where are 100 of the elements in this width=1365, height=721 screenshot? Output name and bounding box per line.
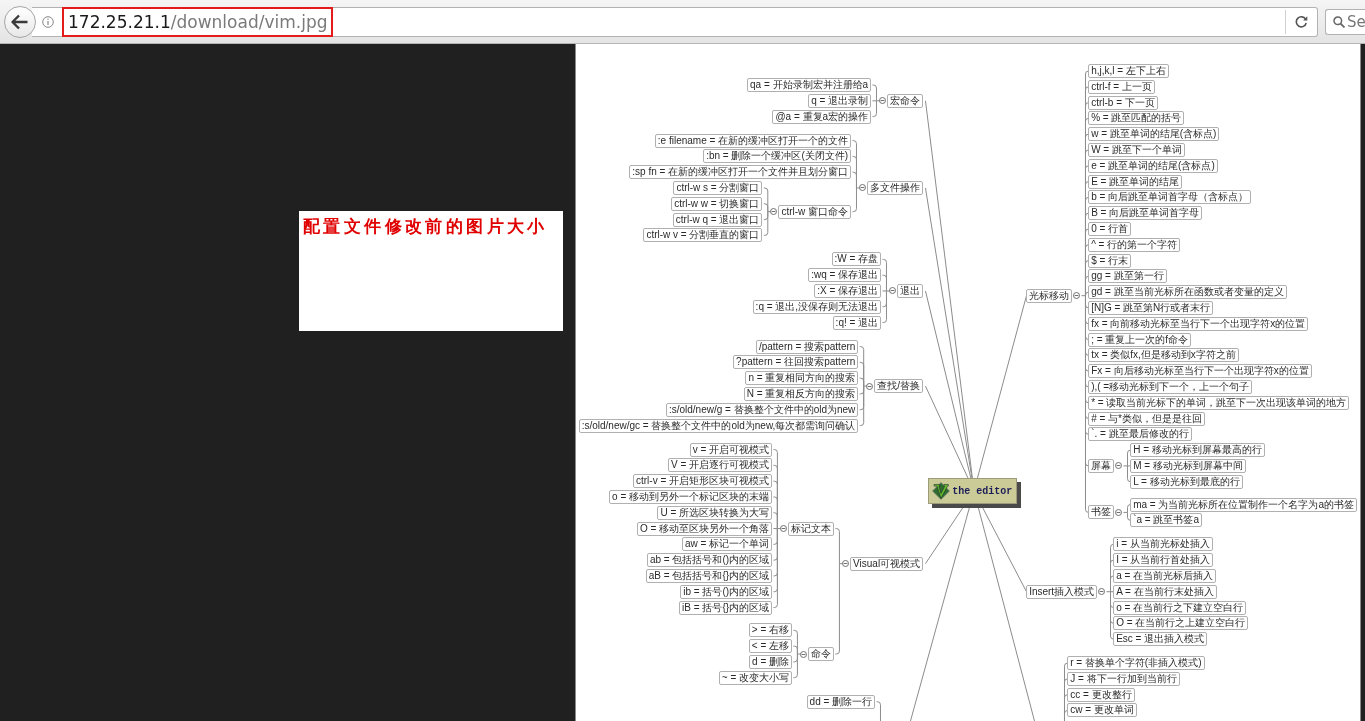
command-topic: fx = 向前移动光标至当行下一个出现字符x的位置 — [1088, 316, 1309, 331]
command-topic: e = 跳至单词的结尾(含标点) — [1088, 158, 1218, 173]
command-topic: ctrl-w v = 分割垂直的窗口 — [643, 228, 763, 243]
search-field[interactable]: Se — [1325, 8, 1365, 35]
command-topic: ctrl-v = 开启矩形区块可视模式 — [633, 474, 773, 489]
sub-branch-topic: ctrl-w 窗口命令 — [778, 204, 852, 219]
command-topic: aB = 包括括号和{}内的区域 — [645, 568, 773, 583]
minus-circle-icon — [866, 382, 874, 390]
command-topic: ctrl-w s = 分割窗口 — [673, 181, 763, 195]
sub-branch-topic: 书签 — [1088, 505, 1115, 520]
command-topic: d = 删除 — [749, 654, 793, 669]
command-topic: ; = 重复上一次的f命令 — [1088, 332, 1192, 347]
command-topic: ctrl-w w = 切换窗口 — [671, 196, 763, 211]
bracket-connector — [1122, 504, 1132, 521]
command-topic: gg = 跳至第一行 — [1088, 269, 1167, 284]
command-topic: :s/old/new/g = 替换整个文件中的old为new — [665, 402, 859, 417]
command-topic: W = 跳至下一个单词 — [1088, 143, 1185, 157]
command-topic: O = 在当前行之上建立空白行 — [1113, 616, 1249, 631]
minus-circle-icon — [859, 184, 867, 192]
info-icon[interactable] — [42, 15, 54, 28]
command-topic: ~ = 改变大小写 — [718, 670, 793, 685]
command-topic: w = 跳至单词的结尾(含标点) — [1088, 127, 1220, 142]
minus-circle-icon — [842, 560, 850, 568]
command-topic: :q = 退出,没保存则无法退出 — [752, 299, 882, 314]
note-text: 配置文件修改前的图片大小 — [303, 217, 548, 236]
command-topic: aw = 标记一个单词 — [681, 537, 773, 552]
command-topic: I = 从当前行首处插入 — [1113, 553, 1214, 568]
command-topic: cc = 更改整行 — [1067, 687, 1135, 702]
command-topic: U = 所选区块转换为大写 — [657, 505, 773, 520]
command-topic: r = 替换单个字符(非插入模式) — [1067, 656, 1205, 671]
main-branch-topic: 查找/替换 — [874, 379, 924, 394]
main-branch-topic: 光标移动 — [1026, 288, 1073, 303]
command-topic: B = 向后跳至单词首字母 — [1088, 206, 1203, 221]
command-topic: $ = 行末 — [1088, 253, 1132, 268]
command-topic: Fx = 向后移动光标至当行下一个出现字符x的位置 — [1088, 364, 1312, 379]
bracket-connector — [881, 258, 891, 324]
command-topic: gd = 跳至当前光标所在函数或者变量的定义 — [1088, 285, 1287, 300]
bracket-connector — [1122, 449, 1132, 483]
command-topic: > = 右移 — [748, 623, 793, 638]
minus-circle-icon — [780, 525, 788, 533]
command-topic: i = 从当前光标处插入 — [1113, 537, 1213, 552]
command-topic: 0 = 行首 — [1088, 221, 1132, 236]
command-topic: ab = 包括括号和()内的区域 — [646, 553, 773, 568]
v-logo-icon — [932, 482, 951, 500]
bracket-connector — [871, 84, 881, 118]
search-icon — [1333, 15, 1345, 28]
central-topic-text: the editor — [952, 484, 1013, 499]
sub-branch-topic: 命令 — [808, 647, 835, 661]
command-topic: # = 与*类似，但是是往回 — [1088, 411, 1205, 426]
command-topic: ib = 括号()内的区域 — [680, 584, 773, 599]
command-topic: :s/old/new/gc = 替换整个文件中的old为new,每次都需询问确认 — [578, 418, 859, 433]
back-button[interactable] — [4, 5, 36, 38]
command-topic: `a = 跳至书签a — [1130, 513, 1202, 528]
command-topic: :e filename = 在新的缓冲区打开一个的文件 — [654, 133, 852, 148]
command-topic: o = 在当前行之下建立空白行 — [1113, 600, 1247, 615]
command-topic: L = 移动光标到最底的行 — [1130, 474, 1243, 489]
command-topic: :X = 保存退出 — [814, 283, 882, 298]
command-topic: iB = 括号{}内的区域 — [679, 600, 773, 615]
command-topic: ctrl-b = 下一页 — [1088, 95, 1158, 110]
minus-circle-icon — [1115, 462, 1123, 470]
main-branch-topic: 退出 — [897, 283, 924, 298]
command-topic: ma = 为当前光标所在位置制作一个名字为a的书签 — [1130, 497, 1357, 512]
command-topic: @a = 重复a宏的操作 — [772, 109, 872, 124]
command-topic: `. = 跳至最后修改的行 — [1088, 427, 1192, 442]
back-arrow-icon — [11, 13, 29, 30]
command-topic: ),( =移动光标到下一个，上一个句子 — [1088, 379, 1253, 394]
command-topic: ?pattern = 往回搜索pattern — [733, 355, 859, 370]
command-topic: dd = 删除一行 — [806, 694, 876, 709]
command-topic: n = 重复相同方向的搜索 — [745, 371, 859, 386]
command-topic: N = 重复相反方向的搜索 — [743, 386, 859, 401]
command-topic: [N]G = 跳至第N行或者末行 — [1088, 300, 1214, 315]
command-topic: ^ = 行的第一个字符 — [1088, 237, 1181, 252]
command-topic: :wq = 保存退出 — [808, 268, 882, 283]
bracket-connector — [762, 187, 772, 236]
command-topic: % = 跳至匹配的括号 — [1088, 111, 1185, 126]
command-topic: tx = 类似fx,但是移动到x字符之前 — [1088, 348, 1239, 363]
command-topic: qa = 开始录制宏并注册给a — [747, 78, 872, 92]
minus-circle-icon — [879, 97, 887, 105]
command-topic: :W = 存盘 — [831, 252, 882, 267]
address-bar[interactable]: 172.25.21.1/download/vim.jpg — [32, 6, 1318, 37]
minus-circle-icon — [889, 287, 897, 295]
minus-circle-icon — [1098, 588, 1106, 596]
main-branch-topic: 宏命令 — [887, 93, 924, 108]
command-topic: J = 将下一行加到当前行 — [1067, 671, 1180, 686]
minus-circle-icon — [1073, 292, 1081, 300]
sub-branch-topic: 屏幕 — [1088, 458, 1115, 473]
command-topic: * = 读取当前光标下的单词，跳至下一次出现该单词的地方 — [1088, 395, 1350, 410]
command-topic: M = 移动光标到屏幕中间 — [1130, 458, 1246, 473]
command-topic: o = 移动到另外一个标记区块的末端 — [609, 489, 773, 504]
bracket-connector — [792, 629, 802, 679]
command-topic: < = 左移 — [748, 639, 793, 654]
command-topic: b = 向后跳至单词首字母（含标点） — [1088, 190, 1252, 205]
command-topic: H = 移动光标到屏幕最高的行 — [1130, 443, 1265, 458]
sub-branch-topic: 标记文本 — [788, 521, 835, 536]
command-topic: a = 在当前光标后插入 — [1113, 568, 1217, 583]
command-topic: :q! = 退出 — [832, 315, 882, 330]
command-topic: ctrl-f = 上一页 — [1088, 79, 1155, 94]
main-branch-topic: Insert插入模式 — [1026, 584, 1098, 599]
minus-circle-icon — [770, 208, 778, 216]
command-topic: h,j,k,l = 左下上右 — [1088, 64, 1169, 78]
